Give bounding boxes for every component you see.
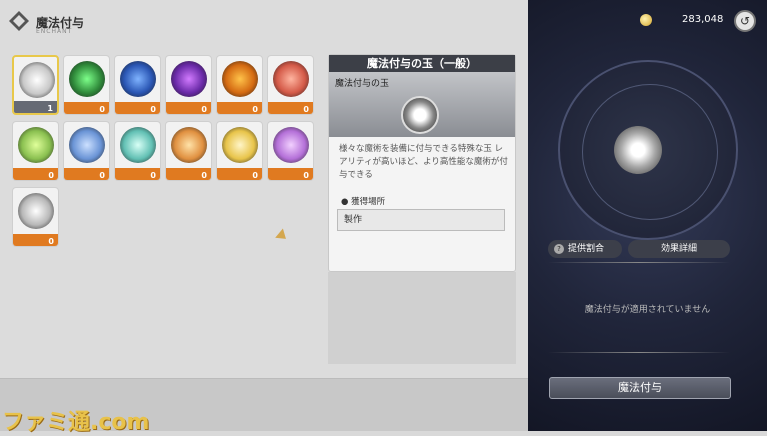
item-count: 0 [303, 171, 309, 180]
enchant-gem-icon [120, 61, 156, 97]
item-slot[interactable]: 0 [12, 187, 59, 247]
enchant-side-panel: 283,048 ↺ ? 提供割合 効果詳細 魔法付与が適用されていません 魔法付… [528, 0, 767, 431]
item-slot[interactable]: 0 [165, 55, 212, 115]
item-detail-subtitle: 魔法付与の玉 [335, 79, 390, 89]
item-slot[interactable]: 1 [12, 55, 59, 115]
cursor-icon [275, 228, 290, 244]
coin-icon [640, 14, 652, 26]
divider [548, 352, 730, 353]
item-slot[interactable]: 0 [165, 121, 212, 181]
item-count: 0 [201, 105, 207, 114]
panel-spacer [328, 272, 516, 364]
back-button[interactable]: ↺ [734, 10, 756, 32]
watermark-logo: ファミ通.com [2, 410, 150, 435]
item-slot[interactable]: 0 [12, 121, 59, 181]
item-detail-title: 魔法付与の玉（一般） [329, 55, 515, 72]
enchant-button[interactable]: 魔法付与 [549, 377, 731, 399]
item-slot[interactable]: 0 [114, 121, 161, 181]
enchant-gem-icon [171, 127, 207, 163]
item-slot[interactable]: 0 [63, 121, 110, 181]
item-count: 0 [99, 105, 105, 114]
item-count: 0 [48, 237, 54, 246]
drop-rate-button[interactable]: ? 提供割合 [548, 240, 622, 258]
item-detail-panel: 魔法付与の玉（一般） 魔法付与の玉 様々な魔術を装備に付与できる特殊な玉 レアリ… [328, 54, 516, 272]
enchant-gem-icon [171, 61, 207, 97]
location-pin-icon: ● [341, 197, 349, 207]
enchant-gem-icon [69, 61, 105, 97]
effect-details-button[interactable]: 効果詳細 [628, 240, 730, 258]
item-detail-header: 魔法付与の玉 [329, 72, 515, 137]
item-count: 1 [47, 104, 53, 113]
coin-count: 283,048 [682, 14, 724, 25]
item-slot[interactable]: 0 [114, 55, 161, 115]
enchant-gem-icon [222, 127, 258, 163]
enchant-gem-icon [69, 127, 105, 163]
inventory-area: 魔法付与 ENCHANT 1 0 0 0 0 0 0 0 0 0 0 0 0 魔法付与の玉（一般） 魔法… [0, 0, 528, 435]
enchant-menu-icon [9, 11, 29, 31]
item-description: 様々な魔術を装備に付与できる特殊な玉 レアリティが高いほど、より高性能な魔術が付… [339, 144, 508, 180]
enchant-orb-icon [614, 126, 662, 174]
item-count: 0 [201, 171, 207, 180]
enchant-gem-icon [222, 61, 258, 97]
item-count: 0 [252, 171, 258, 180]
enchant-status: 魔法付与が適用されていません [584, 305, 711, 315]
item-slot[interactable]: 0 [63, 55, 110, 115]
page-subtitle: ENCHANT [36, 28, 73, 35]
item-slot[interactable]: 0 [267, 121, 314, 181]
item-slot[interactable]: 0 [216, 121, 263, 181]
question-icon: ? [554, 244, 564, 254]
header: 魔法付与 ENCHANT [0, 0, 528, 42]
divider [548, 262, 730, 263]
acquisition-label: ● 獲得場所 [341, 197, 386, 207]
item-count: 0 [150, 105, 156, 114]
enchant-gem-icon [273, 127, 309, 163]
item-orb-icon [401, 96, 439, 134]
enchant-gem-icon [120, 127, 156, 163]
enchant-gem-icon [273, 61, 309, 97]
item-count: 0 [150, 171, 156, 180]
item-count: 0 [48, 171, 54, 180]
enchant-gem-icon [18, 127, 54, 163]
enchant-gem-icon [18, 193, 54, 229]
acquisition-location[interactable]: 製作 [337, 209, 505, 231]
enchant-gem-icon [19, 62, 55, 98]
item-count: 0 [99, 171, 105, 180]
item-count: 0 [252, 105, 258, 114]
item-count: 0 [303, 105, 309, 114]
item-slot[interactable]: 0 [267, 55, 314, 115]
item-slot[interactable]: 0 [216, 55, 263, 115]
